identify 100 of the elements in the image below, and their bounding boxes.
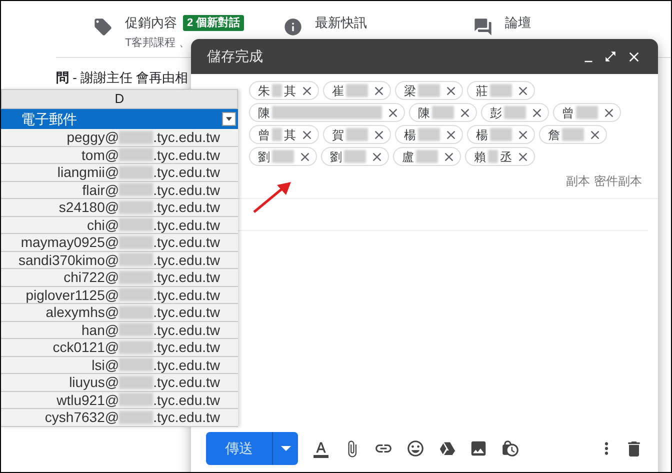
email-domain: .tyc.edu.tw	[153, 235, 220, 250]
email-domain: .tyc.edu.tw	[153, 252, 220, 267]
lock-clock-icon[interactable]	[501, 439, 520, 458]
chip-name-start: 曾	[562, 104, 574, 122]
recipient-chip[interactable]: 梁	[395, 81, 463, 100]
email-local-part: chi@	[86, 218, 120, 232]
email-local-part: sandi370kimo@	[18, 252, 120, 267]
redaction-blur	[504, 106, 526, 119]
email-local-part: chi722@	[64, 270, 120, 284]
chip-name-start: 莊	[476, 82, 488, 100]
recipient-chip[interactable]: 崔	[323, 81, 391, 100]
triangle-logo-icon[interactable]	[438, 440, 456, 458]
recipient-chip[interactable]: 楊	[467, 125, 535, 144]
image-icon[interactable]	[469, 439, 488, 458]
recipient-chip[interactable]: 楊	[395, 125, 463, 144]
email-local-part: liangmii@	[57, 165, 120, 180]
column-header[interactable]: D	[1, 89, 238, 109]
email-domain: .tyc.edu.tw	[153, 182, 220, 197]
category-subtitle: T客邦課程 、	[125, 36, 191, 50]
email-domain: .tyc.edu.tw	[153, 340, 220, 354]
chip-name-start: 崔	[332, 82, 344, 100]
chip-name-start: 彭	[490, 104, 502, 122]
email-domain: .tyc.edu.tw	[153, 358, 220, 372]
chip-name-start: 陳	[258, 104, 270, 122]
email-domain: .tyc.edu.tw	[153, 288, 220, 302]
recipient-chip[interactable]: 陳	[249, 103, 405, 122]
chip-name-start: 楊	[404, 126, 416, 144]
email-local-part: s24180@	[58, 200, 120, 214]
chip-name-start: 盧	[402, 148, 414, 166]
expand-icon[interactable]	[604, 50, 617, 63]
email-domain: .tyc.edu.tw	[153, 305, 220, 320]
redaction-blur	[490, 84, 512, 97]
email-local-part: wtlu921@	[56, 392, 120, 407]
chip-name-start: 劉	[258, 148, 270, 166]
email-domain: .tyc.edu.tw	[153, 218, 220, 232]
chip-name-start: 劉	[330, 148, 342, 166]
redaction-blur	[418, 128, 440, 141]
email-domain: .tyc.edu.tw	[153, 270, 220, 284]
chip-name-start: 梁	[404, 82, 416, 100]
caret-icon	[226, 117, 232, 121]
email-local-part: peggy@	[66, 130, 120, 144]
email-domain: .tyc.edu.tw	[153, 410, 220, 424]
chip-name-start: 陳	[418, 104, 430, 122]
redaction-blur	[562, 128, 584, 141]
chip-name-start: 賴	[474, 148, 486, 166]
redaction-blur	[488, 150, 498, 163]
filter-dropdown[interactable]	[222, 112, 236, 126]
chip-name-start: 楊	[476, 126, 488, 144]
recipient-chip[interactable]: 曾	[553, 103, 621, 122]
category-title[interactable]: 論壇	[505, 13, 531, 32]
email-domain: .tyc.edu.tw	[153, 165, 220, 180]
recipient-chip[interactable]: 彭	[481, 103, 549, 122]
email-domain: .tyc.edu.tw	[153, 148, 220, 162]
email-domain: .tyc.edu.tw	[153, 392, 220, 407]
email-local-part: tom@	[82, 148, 120, 162]
chip-name-start: 朱	[258, 82, 270, 100]
chat-bubbles-icon	[473, 17, 493, 37]
chip-name-start: 賀	[332, 126, 344, 144]
category-title[interactable]: 促銷內容	[125, 13, 177, 32]
redaction-blur	[490, 128, 512, 141]
email-domain: .tyc.edu.tw	[153, 322, 220, 337]
email-local-part: cysh7632@	[44, 410, 120, 424]
info-icon	[283, 17, 303, 37]
chip-name-end: 其	[284, 82, 296, 100]
new-count-badge: 2 個新對話	[183, 14, 244, 31]
redaction-blur	[272, 84, 282, 97]
recipient-chip[interactable]: 賴 丞	[465, 147, 535, 166]
recipient-chip[interactable]: 曾 其	[249, 125, 319, 144]
recipient-chip[interactable]: 賀	[323, 125, 391, 144]
email-local-part: maymay0925@	[20, 235, 120, 250]
redaction-blur	[346, 84, 368, 97]
redaction-blur	[346, 128, 368, 141]
recipient-chip[interactable]: 詹	[539, 125, 607, 144]
recipient-chip[interactable]: 朱 其	[249, 81, 319, 100]
cc-link[interactable]: 副本	[566, 172, 590, 190]
email-domain: .tyc.edu.tw	[153, 375, 220, 390]
header-label: 電子郵件	[21, 110, 78, 128]
email-local-part: flair@	[82, 182, 120, 197]
recipient-chip[interactable]: 陳	[409, 103, 477, 122]
caret-icon	[280, 446, 290, 451]
text-format-icon[interactable]	[312, 440, 330, 458]
email-domain: .tyc.edu.tw	[153, 200, 220, 214]
redaction-blur	[432, 106, 454, 119]
redaction-blur	[416, 150, 438, 163]
smiley-icon[interactable]	[406, 439, 425, 458]
recipient-chip[interactable]: 莊	[467, 81, 535, 100]
redaction-blur	[576, 106, 598, 119]
redaction-blur	[272, 150, 294, 163]
email-domain: .tyc.edu.tw	[153, 130, 220, 144]
arrow	[251, 179, 293, 215]
chip-name-end: 其	[284, 126, 296, 144]
recipient-chip[interactable]: 盧	[393, 147, 461, 166]
category-title[interactable]: 最新快訊	[315, 13, 367, 32]
chip-name-start: 詹	[548, 126, 560, 144]
bcc-link[interactable]: 密件副本	[594, 172, 642, 190]
chip-name-end: 丞	[500, 148, 512, 166]
email-local-part: lsi@	[92, 358, 120, 372]
recipient-chip[interactable]: 劉	[249, 147, 317, 166]
recipient-chip[interactable]: 劉	[321, 147, 389, 166]
redaction-blur	[272, 128, 282, 141]
